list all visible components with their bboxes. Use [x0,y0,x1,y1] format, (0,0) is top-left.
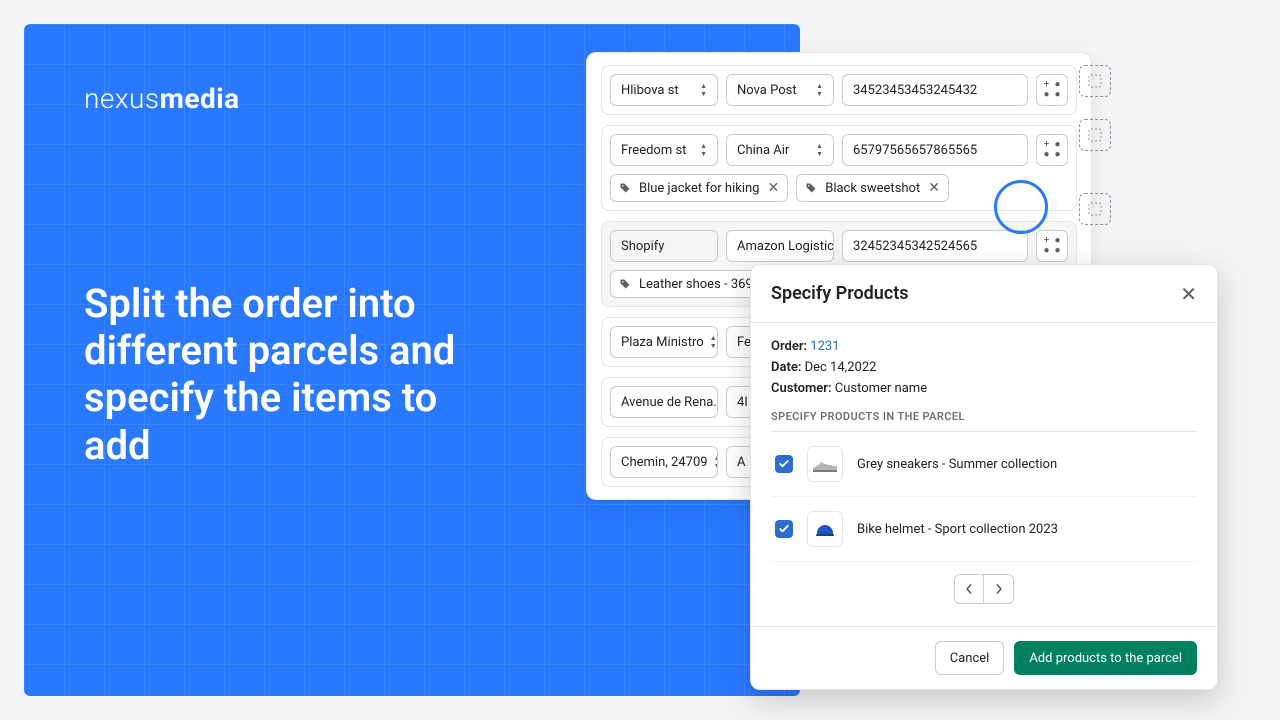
modal-title: Specify Products [771,283,909,304]
order-label: Order: [771,339,807,354]
product-checkbox[interactable] [775,455,793,473]
shipping-value: Amazon Logistics [737,239,834,254]
pager-prev-button[interactable] [954,574,984,604]
tag-label: Black sweetshot [825,181,920,196]
address-select[interactable]: Chemin, 24709 ▲▼ [610,446,718,478]
customer-meta: Customer: Customer name [771,381,1197,396]
close-icon[interactable]: ✕ [1180,284,1197,304]
shipping-select[interactable]: Nova Post ▲▼ [726,74,834,106]
shipping-value: China Air [737,143,789,158]
address-value: Chemin, 24709 [621,455,708,470]
headline: Split the order into different parcels a… [84,280,504,469]
date-value: Dec 14,2022 [805,360,877,375]
shipping-value: 4I [737,395,748,410]
parcel-row: Freedom st ▲▼ China Air ▲▼ 6579756565786… [601,125,1077,211]
tag-remove-icon[interactable]: ✕ [767,181,779,195]
sneaker-icon [811,454,839,474]
split-parcel-button[interactable] [1079,119,1111,151]
tracking-input[interactable]: 34523453453245432 [842,74,1028,106]
product-row: Grey sneakers - Summer collection [771,432,1197,497]
tracking-input[interactable]: 32452345342524565 [842,230,1028,262]
order-meta: Order: 1231 [771,339,1197,354]
cancel-button[interactable]: Cancel [935,641,1005,675]
shipping-value: Fe [737,335,751,350]
brand-bold: media [160,82,240,115]
check-icon [778,458,790,470]
product-tag: Black sweetshot ✕ [796,174,949,202]
tracking-input[interactable]: 65797565657865565 [842,134,1028,166]
address-select[interactable]: Hlibova st ▲▼ [610,74,718,106]
product-name: Grey sneakers - Summer collection [857,457,1057,472]
cancel-label: Cancel [950,651,990,666]
split-parcel-button[interactable] [1079,193,1111,225]
tag-icon [619,278,631,290]
shipping-value: A [737,455,745,470]
product-name: Bike helmet - Sport collection 2023 [857,522,1058,537]
brand-thin: nexus [84,82,160,115]
specify-products-modal: Specify Products ✕ Order: 1231 Date: Dec… [750,264,1218,690]
grid-icon: +●●● [1042,81,1062,99]
customer-value: Customer name [835,381,927,396]
customize-parcel-button[interactable]: +●●● [1036,134,1068,166]
address-select[interactable]: Avenue de Rena.. ▲▼ [610,386,718,418]
pager-next-button[interactable] [984,574,1014,604]
date-meta: Date: Dec 14,2022 [771,360,1197,375]
split-icon [1088,202,1102,216]
brand-logo: nexusmedia [84,82,240,115]
add-products-button[interactable]: Add products to the parcel [1014,641,1197,675]
address-static: Shopify [610,230,718,262]
updown-icon: ▲▼ [710,335,717,349]
tracking-value: 34523453453245432 [853,83,977,98]
address-value: Avenue de Rena.. [621,395,718,410]
grid-icon: +●●● [1042,141,1062,159]
updown-icon: ▲▼ [714,455,718,469]
shipping-value: Nova Post [737,83,797,98]
customize-parcel-button[interactable]: +●●● [1036,230,1068,262]
product-thumb [807,446,843,482]
address-value: Shopify [621,239,664,254]
tracking-value: 65797565657865565 [853,143,977,158]
chevron-left-icon [964,584,974,594]
address-select[interactable]: Plaza Ministro ▲▼ [610,326,718,358]
shipping-select[interactable]: Amazon Logistics ▲▼ [726,230,834,262]
product-checkbox[interactable] [775,520,793,538]
split-icon [1088,74,1102,88]
tracking-value: 32452345342524565 [853,239,977,254]
tag-icon [805,182,817,194]
chevron-right-icon [994,584,1004,594]
shipping-select[interactable]: China Air ▲▼ [726,134,834,166]
tag-remove-icon[interactable]: ✕ [928,181,940,195]
updown-icon: ▲▼ [700,83,707,97]
address-select[interactable]: Freedom st ▲▼ [610,134,718,166]
product-row: Bike helmet - Sport collection 2023 [771,497,1197,562]
updown-icon: ▲▼ [700,143,707,157]
pager [771,562,1197,620]
grid-icon: +●●● [1042,237,1062,255]
check-icon [778,523,790,535]
tag-icon [619,182,631,194]
tag-label: Blue jacket for hiking [639,181,759,196]
add-products-label: Add products to the parcel [1029,651,1182,666]
address-value: Plaza Ministro [621,335,704,350]
updown-icon: ▲▼ [816,143,823,157]
split-icon [1088,128,1102,142]
products-section-heading: SPECIFY PRODUCTS IN THE PARCEL [771,410,1197,423]
product-list: Grey sneakers - Summer collection Bike h… [771,431,1197,562]
product-thumb [807,511,843,547]
customer-label: Customer: [771,381,832,396]
date-label: Date: [771,360,801,375]
helmet-icon [813,517,837,541]
updown-icon: ▲▼ [816,83,823,97]
customize-parcel-button[interactable]: +●●● [1036,74,1068,106]
address-value: Hlibova st [621,83,679,98]
parcel-row: Hlibova st ▲▼ Nova Post ▲▼ 3452345345324… [601,65,1077,115]
product-tag: Blue jacket for hiking ✕ [610,174,788,202]
address-value: Freedom st [621,143,686,158]
tag-label: Leather shoes - 3696 [639,277,760,292]
order-link[interactable]: 1231 [810,339,839,354]
split-parcel-button[interactable] [1079,65,1111,97]
